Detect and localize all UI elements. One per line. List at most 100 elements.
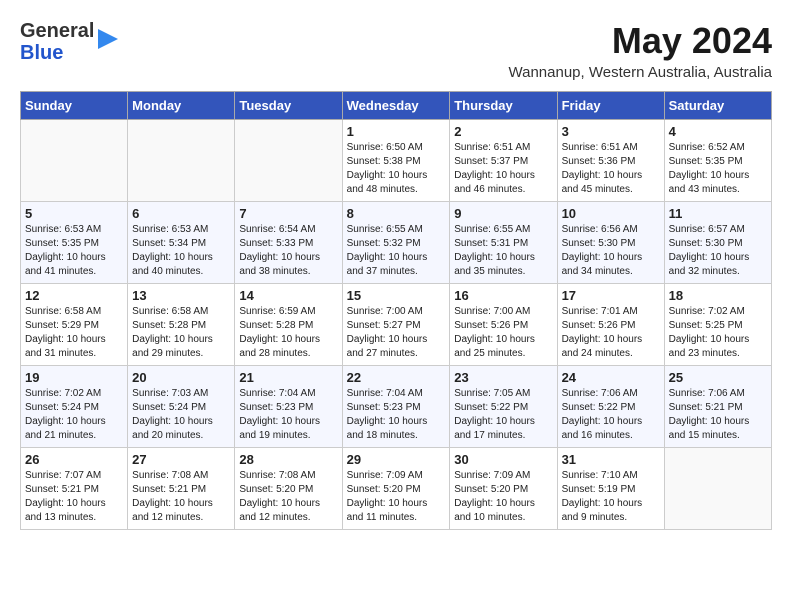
calendar-cell xyxy=(235,120,342,202)
calendar-cell: 5 Sunrise: 6:53 AMSunset: 5:35 PMDaylight… xyxy=(21,202,128,284)
calendar-cell: 29 Sunrise: 7:09 AMSunset: 5:20 PMDayligh… xyxy=(342,448,450,530)
cell-content: Sunrise: 7:04 AMSunset: 5:23 PMDaylight:… xyxy=(347,387,446,443)
day-number: 31 xyxy=(562,452,660,467)
day-number: 28 xyxy=(239,452,337,467)
day-number: 8 xyxy=(347,206,446,221)
day-number: 23 xyxy=(454,370,552,385)
calendar-cell: 14 Sunrise: 6:59 AMSunset: 5:28 PMDayligh… xyxy=(235,284,342,366)
calendar-cell: 11 Sunrise: 6:57 AMSunset: 5:30 PMDayligh… xyxy=(664,202,771,284)
calendar-cell: 4 Sunrise: 6:52 AMSunset: 5:35 PMDaylight… xyxy=(664,120,771,202)
cell-content: Sunrise: 7:02 AMSunset: 5:24 PMDaylight:… xyxy=(25,387,123,443)
day-number: 29 xyxy=(347,452,446,467)
day-number: 15 xyxy=(347,288,446,303)
day-number: 6 xyxy=(132,206,230,221)
cell-content: Sunrise: 7:00 AMSunset: 5:26 PMDaylight:… xyxy=(454,305,552,361)
cell-content: Sunrise: 6:50 AMSunset: 5:38 PMDaylight:… xyxy=(347,141,446,197)
calendar-cell: 22 Sunrise: 7:04 AMSunset: 5:23 PMDayligh… xyxy=(342,366,450,448)
cell-content: Sunrise: 7:09 AMSunset: 5:20 PMDaylight:… xyxy=(454,469,552,525)
day-number: 18 xyxy=(669,288,767,303)
day-number: 20 xyxy=(132,370,230,385)
logo-general-text: General xyxy=(20,20,94,42)
day-number: 30 xyxy=(454,452,552,467)
day-number: 27 xyxy=(132,452,230,467)
calendar-cell: 30 Sunrise: 7:09 AMSunset: 5:20 PMDayligh… xyxy=(450,448,557,530)
calendar-week-5: 26 Sunrise: 7:07 AMSunset: 5:21 PMDayligh… xyxy=(21,448,772,530)
cell-content: Sunrise: 7:08 AMSunset: 5:21 PMDaylight:… xyxy=(132,469,230,525)
cell-content: Sunrise: 7:03 AMSunset: 5:24 PMDaylight:… xyxy=(132,387,230,443)
cell-content: Sunrise: 6:54 AMSunset: 5:33 PMDaylight:… xyxy=(239,223,337,279)
calendar-table: SundayMondayTuesdayWednesdayThursdayFrid… xyxy=(20,91,772,530)
weekday-header-tuesday: Tuesday xyxy=(235,92,342,120)
calendar-cell xyxy=(664,448,771,530)
calendar-cell: 9Sunrise: 6:55 AMSunset: 5:31 PMDaylight… xyxy=(450,202,557,284)
calendar-cell: 31 Sunrise: 7:10 AMSunset: 5:19 PMDayligh… xyxy=(557,448,664,530)
calendar-cell: 10 Sunrise: 6:56 AMSunset: 5:30 PMDayligh… xyxy=(557,202,664,284)
cell-content: Sunrise: 6:53 AMSunset: 5:34 PMDaylight:… xyxy=(132,223,230,279)
cell-content: Sunrise: 6:59 AMSunset: 5:28 PMDaylight:… xyxy=(239,305,337,361)
day-number: 4 xyxy=(669,124,767,139)
logo-blue-text: Blue xyxy=(20,42,94,64)
calendar-week-3: 12 Sunrise: 6:58 AMSunset: 5:29 PMDayligh… xyxy=(21,284,772,366)
calendar-cell: 28 Sunrise: 7:08 AMSunset: 5:20 PMDayligh… xyxy=(235,448,342,530)
calendar-cell: 21Sunrise: 7:04 AMSunset: 5:23 PMDayligh… xyxy=(235,366,342,448)
day-number: 26 xyxy=(25,452,123,467)
cell-content: Sunrise: 7:09 AMSunset: 5:20 PMDaylight:… xyxy=(347,469,446,525)
location-subtitle: Wannanup, Western Australia, Australia xyxy=(509,64,772,81)
calendar-cell: 19 Sunrise: 7:02 AMSunset: 5:24 PMDayligh… xyxy=(21,366,128,448)
day-number: 3 xyxy=(562,124,660,139)
calendar-cell: 15Sunrise: 7:00 AMSunset: 5:27 PMDayligh… xyxy=(342,284,450,366)
cell-content: Sunrise: 6:57 AMSunset: 5:30 PMDaylight:… xyxy=(669,223,767,279)
calendar-cell: 3Sunrise: 6:51 AMSunset: 5:36 PMDaylight… xyxy=(557,120,664,202)
weekday-header-monday: Monday xyxy=(128,92,235,120)
logo-arrow-icon xyxy=(98,21,118,56)
day-number: 11 xyxy=(669,206,767,221)
calendar-week-2: 5 Sunrise: 6:53 AMSunset: 5:35 PMDaylight… xyxy=(21,202,772,284)
month-year-title: May 2024 xyxy=(509,20,772,62)
calendar-cell: 6 Sunrise: 6:53 AMSunset: 5:34 PMDaylight… xyxy=(128,202,235,284)
cell-content: Sunrise: 7:01 AMSunset: 5:26 PMDaylight:… xyxy=(562,305,660,361)
cell-content: Sunrise: 6:53 AMSunset: 5:35 PMDaylight:… xyxy=(25,223,123,279)
weekday-header-sunday: Sunday xyxy=(21,92,128,120)
calendar-cell: 8Sunrise: 6:55 AMSunset: 5:32 PMDaylight… xyxy=(342,202,450,284)
cell-content: Sunrise: 6:56 AMSunset: 5:30 PMDaylight:… xyxy=(562,223,660,279)
calendar-cell: 26 Sunrise: 7:07 AMSunset: 5:21 PMDayligh… xyxy=(21,448,128,530)
calendar-cell xyxy=(128,120,235,202)
weekday-header-friday: Friday xyxy=(557,92,664,120)
day-number: 21 xyxy=(239,370,337,385)
cell-content: Sunrise: 6:51 AMSunset: 5:37 PMDaylight:… xyxy=(454,141,552,197)
weekday-header-thursday: Thursday xyxy=(450,92,557,120)
calendar-cell: 12 Sunrise: 6:58 AMSunset: 5:29 PMDayligh… xyxy=(21,284,128,366)
day-number: 5 xyxy=(25,206,123,221)
weekday-header-wednesday: Wednesday xyxy=(342,92,450,120)
calendar-week-1: 1 Sunrise: 6:50 AMSunset: 5:38 PMDaylight… xyxy=(21,120,772,202)
cell-content: Sunrise: 6:52 AMSunset: 5:35 PMDaylight:… xyxy=(669,141,767,197)
cell-content: Sunrise: 7:10 AMSunset: 5:19 PMDaylight:… xyxy=(562,469,660,525)
day-number: 12 xyxy=(25,288,123,303)
day-number: 2 xyxy=(454,124,552,139)
cell-content: Sunrise: 7:05 AMSunset: 5:22 PMDaylight:… xyxy=(454,387,552,443)
day-number: 19 xyxy=(25,370,123,385)
cell-content: Sunrise: 6:58 AMSunset: 5:29 PMDaylight:… xyxy=(25,305,123,361)
calendar-cell xyxy=(21,120,128,202)
cell-content: Sunrise: 7:06 AMSunset: 5:21 PMDaylight:… xyxy=(669,387,767,443)
day-number: 25 xyxy=(669,370,767,385)
day-number: 1 xyxy=(347,124,446,139)
day-number: 14 xyxy=(239,288,337,303)
cell-content: Sunrise: 7:07 AMSunset: 5:21 PMDaylight:… xyxy=(25,469,123,525)
weekday-header-saturday: Saturday xyxy=(664,92,771,120)
day-number: 10 xyxy=(562,206,660,221)
day-number: 9 xyxy=(454,206,552,221)
calendar-cell: 20 Sunrise: 7:03 AMSunset: 5:24 PMDayligh… xyxy=(128,366,235,448)
calendar-cell: 16 Sunrise: 7:00 AMSunset: 5:26 PMDayligh… xyxy=(450,284,557,366)
calendar-cell: 17 Sunrise: 7:01 AMSunset: 5:26 PMDayligh… xyxy=(557,284,664,366)
calendar-cell: 24Sunrise: 7:06 AMSunset: 5:22 PMDayligh… xyxy=(557,366,664,448)
day-number: 17 xyxy=(562,288,660,303)
calendar-cell: 18Sunrise: 7:02 AMSunset: 5:25 PMDayligh… xyxy=(664,284,771,366)
day-number: 13 xyxy=(132,288,230,303)
day-number: 22 xyxy=(347,370,446,385)
cell-content: Sunrise: 7:08 AMSunset: 5:20 PMDaylight:… xyxy=(239,469,337,525)
day-number: 7 xyxy=(239,206,337,221)
calendar-cell: 2 Sunrise: 6:51 AMSunset: 5:37 PMDaylight… xyxy=(450,120,557,202)
day-number: 16 xyxy=(454,288,552,303)
calendar-cell: 1 Sunrise: 6:50 AMSunset: 5:38 PMDaylight… xyxy=(342,120,450,202)
